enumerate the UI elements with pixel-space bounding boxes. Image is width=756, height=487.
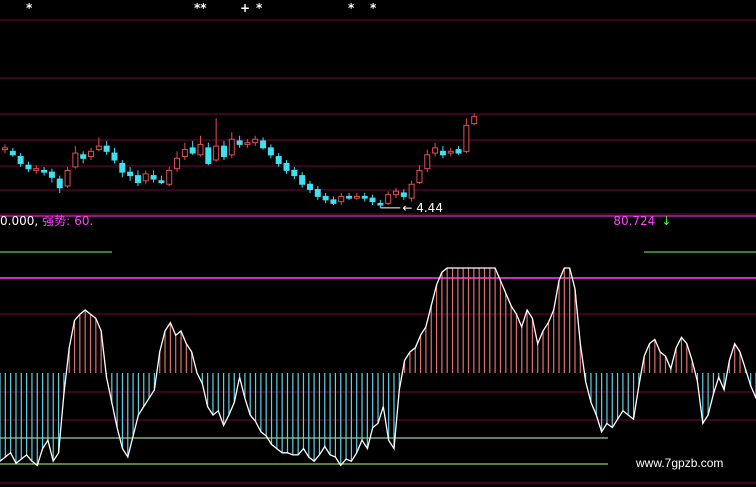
candle-body xyxy=(95,145,102,151)
candle-body xyxy=(103,145,110,152)
candle-body xyxy=(127,171,134,177)
candle-body xyxy=(361,195,368,199)
signal-marker: ** xyxy=(194,1,207,15)
indicator-panel xyxy=(0,215,756,484)
watermark: www.7gpzb.com xyxy=(635,456,723,470)
candle-body xyxy=(338,195,345,203)
low-marker-label: ← 4.44 xyxy=(402,201,443,215)
candle-body xyxy=(205,147,212,164)
candle-body xyxy=(158,180,165,184)
candle-body xyxy=(174,157,181,170)
candle-body xyxy=(119,162,126,173)
signal-marker: * xyxy=(348,1,355,15)
candle-body xyxy=(353,195,360,199)
indicator-curve xyxy=(0,267,756,467)
signal-markers: * ** + * * * xyxy=(26,1,377,15)
candle-body xyxy=(197,143,204,156)
candle-body xyxy=(299,175,306,185)
candle-body xyxy=(400,192,407,197)
candle-body xyxy=(471,116,478,125)
candle-body xyxy=(220,145,227,158)
signal-marker: * xyxy=(370,1,377,15)
candle-body xyxy=(346,195,353,199)
candle-body xyxy=(213,145,220,161)
candle-body xyxy=(166,169,173,185)
candle-body xyxy=(236,140,243,145)
candle-body xyxy=(455,149,462,154)
candle-body xyxy=(369,197,376,203)
candle-body xyxy=(2,147,8,151)
candle-body xyxy=(252,138,259,144)
candle-body xyxy=(48,171,55,178)
candle-body xyxy=(9,150,16,156)
signal-marker: * xyxy=(256,1,263,15)
price-panel: ← 4.44 xyxy=(0,19,756,215)
candle-body xyxy=(111,152,118,161)
candle-body xyxy=(432,147,439,154)
candle-body xyxy=(275,156,282,164)
legend-item: 0.000, xyxy=(0,214,38,228)
candle-body xyxy=(64,169,71,187)
candle-body xyxy=(134,175,141,184)
candle-body xyxy=(306,183,313,190)
stock-chart: ← 4.44 * ** + * * * 0.000, 强势: 60. 80.724 ↓ www.7… xyxy=(0,1,756,484)
candle-body xyxy=(72,152,79,168)
candle-body xyxy=(424,154,431,170)
candle-body xyxy=(56,178,63,189)
signal-marker: * xyxy=(26,1,33,15)
candle-body xyxy=(189,147,196,154)
candle-body xyxy=(447,150,454,154)
candle-body xyxy=(150,175,157,180)
candle-body xyxy=(283,162,290,171)
candle-body xyxy=(142,173,149,182)
legend-item: ↓ xyxy=(661,214,671,228)
candle-body xyxy=(181,149,188,158)
candle-body xyxy=(25,164,32,170)
candle-body xyxy=(393,190,399,196)
legend-item: 强势: xyxy=(42,214,70,228)
candle-body xyxy=(377,202,384,206)
legend-item: 60. xyxy=(74,214,93,228)
candle-body xyxy=(314,188,321,197)
candle-body xyxy=(385,194,392,204)
legend-item: 80.724 xyxy=(613,214,655,228)
candle-body xyxy=(17,156,24,164)
candle-body xyxy=(244,142,251,145)
candle-body xyxy=(408,183,415,199)
candle-body xyxy=(291,169,298,177)
candle-body xyxy=(330,199,337,204)
candle-body xyxy=(260,140,267,149)
candle-body xyxy=(33,168,40,171)
candle-body xyxy=(463,124,470,152)
candle-body xyxy=(228,138,235,156)
candle-body xyxy=(439,150,446,156)
candle-body xyxy=(416,169,423,184)
candle-body xyxy=(41,169,48,173)
candle-body xyxy=(322,195,329,201)
signal-marker: + xyxy=(240,1,250,15)
candle-body xyxy=(88,150,95,158)
candle-body xyxy=(80,154,87,159)
candle-body xyxy=(267,147,274,156)
